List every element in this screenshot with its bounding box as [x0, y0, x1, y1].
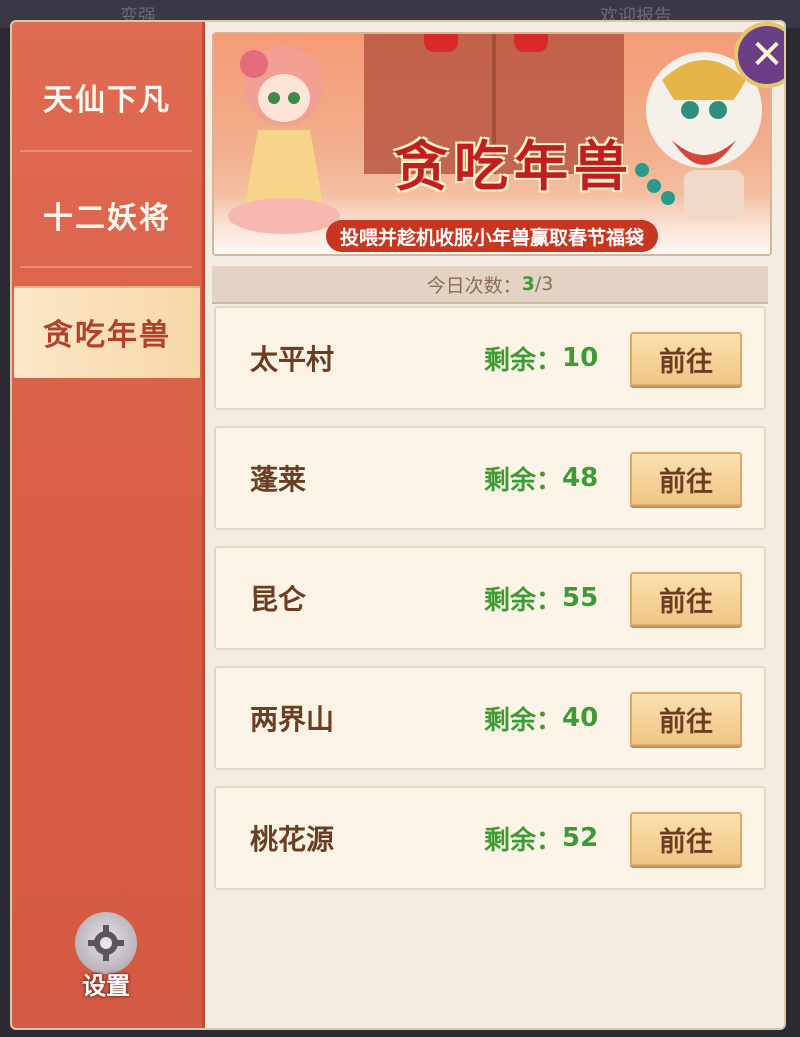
remaining-label: 剩余：: [484, 465, 563, 496]
sidebar-item-label: 十二妖将: [43, 201, 171, 236]
remaining-label: 剩余：: [484, 705, 563, 736]
remaining-label: 剩余：: [484, 345, 563, 376]
event-banner: 贪吃年兽 投喂并趁机收服小年兽赢取春节福袋: [212, 32, 772, 256]
list-item: 太平村 剩余： 10 前往: [214, 306, 766, 410]
lantern-icon: [514, 34, 548, 52]
sidebar-item-tanchi-active[interactable]: 贪吃年兽: [14, 286, 200, 378]
list-item: 昆仑 剩余： 55 前往: [214, 546, 766, 650]
remaining-value: 48: [562, 463, 599, 493]
sidebar-divider: [20, 266, 192, 268]
remaining-value: 55: [562, 583, 599, 613]
remaining-value: 40: [562, 703, 599, 733]
list-item: 两界山 剩余： 40 前往: [214, 666, 766, 770]
remaining-label: 剩余：: [484, 585, 563, 616]
sidebar-item-label: 贪吃年兽: [43, 318, 171, 353]
sidebar-item-tianxian[interactable]: 天仙下凡: [12, 42, 202, 152]
list-item: 蓬莱 剩余： 48 前往: [214, 426, 766, 530]
sidebar: 天仙下凡 十二妖将 贪吃年兽 设置: [12, 22, 205, 1028]
settings-button[interactable]: 设置: [70, 912, 142, 1002]
banner-subtitle: 投喂并趁机收服小年兽赢取春节福袋: [326, 220, 659, 252]
sidebar-divider: [20, 150, 192, 152]
remaining-label: 剩余：: [484, 825, 563, 856]
sidebar-item-shiermo[interactable]: 十二妖将: [12, 160, 202, 270]
remaining-count: 剩余： 52: [484, 788, 598, 888]
gear-icon: [75, 912, 137, 974]
daily-count-current: 3: [521, 273, 535, 295]
destination-name: 昆仑: [250, 583, 307, 616]
go-button[interactable]: 前往: [630, 452, 742, 506]
go-button[interactable]: 前往: [630, 812, 742, 866]
daily-count-total: /3: [534, 273, 554, 295]
go-button[interactable]: 前往: [630, 692, 742, 746]
daily-count-label: 今日次数：: [426, 274, 522, 297]
go-button[interactable]: 前往: [630, 332, 742, 386]
remaining-count: 剩余： 48: [484, 428, 598, 528]
go-button[interactable]: 前往: [630, 572, 742, 626]
remaining-count: 剩余： 40: [484, 668, 598, 768]
remaining-value: 10: [562, 343, 599, 373]
event-panel: 天仙下凡 十二妖将 贪吃年兽 设置 贪吃年兽 投喂并趁机收服小年兽赢取春节福袋 …: [10, 20, 786, 1030]
close-icon: ✕: [750, 32, 784, 78]
destination-name: 两界山: [250, 703, 335, 736]
remaining-count: 剩余： 55: [484, 548, 598, 648]
lantern-icon: [424, 34, 458, 52]
remaining-count: 剩余： 10: [484, 308, 598, 408]
destination-name: 桃花源: [250, 823, 335, 856]
banner-title: 贪吃年兽: [394, 134, 634, 198]
destination-list: 太平村 剩余： 10 前往 蓬莱 剩余： 48 前往 昆仑 剩余： 55 前往 …: [214, 306, 766, 906]
daily-count-bar: 今日次数： 3 /3: [212, 266, 768, 304]
destination-name: 太平村: [250, 343, 335, 376]
destination-name: 蓬莱: [250, 463, 307, 496]
list-item: 桃花源 剩余： 52 前往: [214, 786, 766, 890]
settings-label: 设置: [82, 972, 130, 1000]
sidebar-item-label: 天仙下凡: [43, 83, 171, 118]
remaining-value: 52: [562, 823, 599, 853]
fairy-girl-illustration: [228, 46, 340, 234]
